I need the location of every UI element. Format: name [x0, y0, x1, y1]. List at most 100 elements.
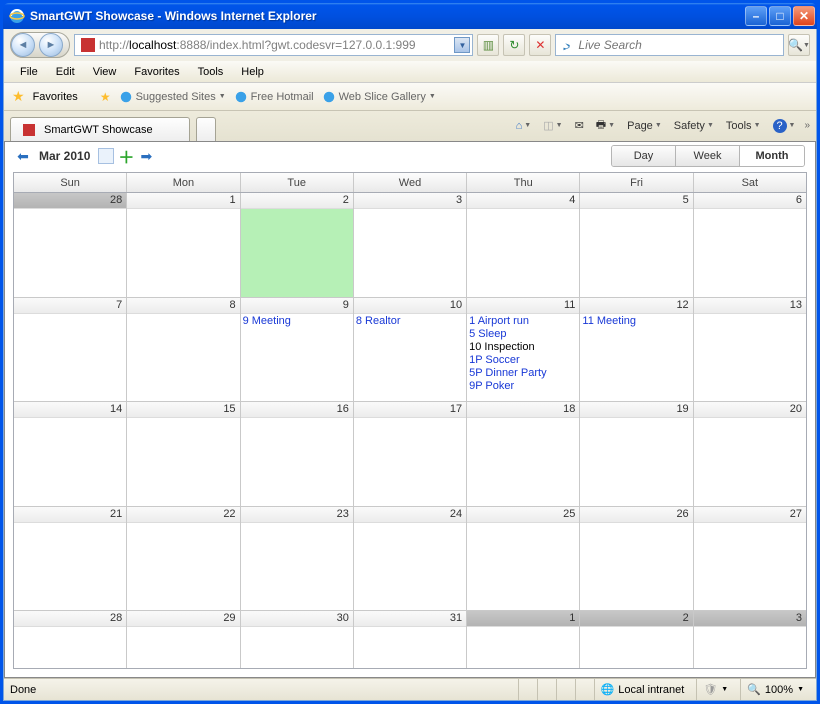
calendar-cell[interactable]: 2	[580, 611, 693, 668]
close-button[interactable]: ✕	[793, 6, 815, 26]
calendar-event[interactable]: 5 Sleep	[469, 328, 577, 341]
search-input[interactable]	[578, 38, 779, 52]
page-menu[interactable]: Page▼	[624, 118, 665, 134]
calendar-cell[interactable]: 28	[14, 611, 127, 668]
calendar-cell[interactable]: 23	[241, 507, 354, 611]
compat-button[interactable]: ▥	[477, 34, 499, 56]
calendar-cell[interactable]: 21	[14, 507, 127, 611]
calendar-cell[interactable]: 20	[694, 402, 806, 506]
address-dropdown[interactable]: ▼	[454, 37, 470, 53]
app-window: SmartGWT Showcase - Windows Internet Exp…	[0, 0, 820, 704]
menu-edit[interactable]: Edit	[48, 64, 83, 80]
help-button[interactable]: ?▼	[770, 117, 799, 135]
calendar-cell[interactable]: 111 Airport run5 Sleep10 Inspection1P So…	[467, 298, 580, 402]
calendar-cell[interactable]: 1	[467, 611, 580, 668]
back-button[interactable]: ◄	[11, 33, 35, 57]
view-day[interactable]: Day	[612, 146, 676, 166]
home-button[interactable]: ⌂▼	[513, 118, 535, 134]
calendar-event[interactable]: 1 Airport run	[469, 315, 577, 328]
zone-segment[interactable]: 🌐 Local intranet	[594, 679, 691, 700]
mail-button[interactable]: ✉	[572, 117, 587, 134]
calendar-cell[interactable]: 18	[467, 402, 580, 506]
calendar-event[interactable]: 9P Poker	[469, 380, 577, 393]
favorites-star-icon[interactable]: ★	[12, 88, 25, 105]
calendar-cell[interactable]: 4	[467, 193, 580, 297]
fav-free-hotmail[interactable]: Free Hotmail	[234, 90, 314, 104]
calendar-cell[interactable]: 14	[14, 402, 127, 506]
cell-body: 1 Airport run5 Sleep10 Inspection1P Socc…	[467, 314, 579, 402]
calendar-event[interactable]: 5P Dinner Party	[469, 367, 577, 380]
calendar-cell[interactable]: 3	[354, 193, 467, 297]
next-month-button[interactable]: ➡	[138, 148, 154, 164]
view-month[interactable]: Month	[740, 146, 804, 166]
protected-mode[interactable]: 🛡▼	[696, 679, 734, 700]
prev-month-button[interactable]: ⬅	[15, 148, 31, 164]
calendar-cell[interactable]: 15	[127, 402, 240, 506]
minimize-button[interactable]: –	[745, 6, 767, 26]
calendar-cell[interactable]: 1211 Meeting	[580, 298, 693, 402]
calendar-cell[interactable]: 2	[241, 193, 354, 297]
calendar-cell[interactable]: 28	[14, 193, 127, 297]
refresh-button[interactable]: ↻	[503, 34, 525, 56]
calendar-cell[interactable]: 17	[354, 402, 467, 506]
view-week[interactable]: Week	[676, 146, 740, 166]
print-button[interactable]: 🖶▼	[593, 114, 618, 137]
calendar-cell[interactable]: 26	[580, 507, 693, 611]
calendar-cell[interactable]: 6	[694, 193, 806, 297]
add-favorite-icon[interactable]: ★	[100, 90, 111, 104]
fav-suggested-sites[interactable]: Suggested Sites▼	[119, 90, 226, 104]
tab-showcase[interactable]: SmartGWT Showcase	[10, 117, 190, 141]
calendar-weeks: 281234567899 Meeting108 Realtor111 Airpo…	[14, 193, 806, 668]
chevron-right-icon[interactable]: »	[804, 120, 810, 131]
calendar-cell[interactable]: 5	[580, 193, 693, 297]
calendar-cell[interactable]: 8	[127, 298, 240, 402]
calendar-event[interactable]: 9 Meeting	[243, 315, 351, 328]
calendar-cell[interactable]: 29	[127, 611, 240, 668]
calendar-cell[interactable]: 22	[127, 507, 240, 611]
calendar-event[interactable]: 1P Soccer	[469, 354, 577, 367]
zoom-icon: 🔍	[747, 683, 761, 696]
calendar-cell[interactable]: 99 Meeting	[241, 298, 354, 402]
add-event-button[interactable]: ＋	[118, 144, 134, 168]
date-picker-button[interactable]	[98, 148, 114, 164]
site-icon	[81, 38, 95, 52]
calendar-week-row: 14151617181920	[14, 402, 806, 507]
menu-help[interactable]: Help	[233, 64, 272, 80]
calendar-event[interactable]: 10 Inspection	[469, 341, 577, 354]
maximize-button[interactable]: □	[769, 6, 791, 26]
calendar-event[interactable]: 11 Meeting	[582, 315, 690, 328]
zoom-control[interactable]: 🔍 100% ▼	[740, 679, 810, 700]
calendar-cell[interactable]: 30	[241, 611, 354, 668]
tools-menu[interactable]: Tools▼	[723, 118, 764, 134]
safety-menu[interactable]: Safety▼	[671, 118, 717, 134]
search-go-button[interactable]: 🔍▼	[788, 34, 810, 56]
calendar-event[interactable]: 8 Realtor	[356, 315, 464, 328]
date-number: 3	[354, 193, 466, 209]
calendar-cell[interactable]: 24	[354, 507, 467, 611]
menu-tools[interactable]: Tools	[190, 64, 232, 80]
stop-button[interactable]: ✕	[529, 34, 551, 56]
calendar-cell[interactable]: 13	[694, 298, 806, 402]
calendar-cell[interactable]: 1	[127, 193, 240, 297]
zoom-value: 100%	[765, 684, 793, 696]
fav-web-slice[interactable]: Web Slice Gallery▼	[322, 90, 436, 104]
calendar-cell[interactable]: 108 Realtor	[354, 298, 467, 402]
forward-button[interactable]: ►	[39, 33, 63, 57]
menu-favorites[interactable]: Favorites	[126, 64, 187, 80]
navigation-row: ◄ ► http://localhost:8888/index.html?gwt…	[4, 29, 816, 61]
calendar-cell[interactable]: 27	[694, 507, 806, 611]
menu-view[interactable]: View	[85, 64, 125, 80]
search-bar[interactable]	[555, 34, 784, 56]
address-bar[interactable]: http://localhost:8888/index.html?gwt.cod…	[74, 34, 473, 56]
cell-body	[694, 627, 806, 668]
calendar-cell[interactable]: 3	[694, 611, 806, 668]
menu-file[interactable]: File	[12, 64, 46, 80]
feeds-button[interactable]: ◫▼	[540, 117, 565, 134]
calendar-cell[interactable]: 19	[580, 402, 693, 506]
calendar-cell[interactable]: 31	[354, 611, 467, 668]
calendar-cell[interactable]: 16	[241, 402, 354, 506]
calendar-cell[interactable]: 25	[467, 507, 580, 611]
calendar-cell[interactable]: 7	[14, 298, 127, 402]
favorites-label[interactable]: Favorites	[33, 91, 78, 103]
new-tab-button[interactable]	[196, 117, 216, 141]
